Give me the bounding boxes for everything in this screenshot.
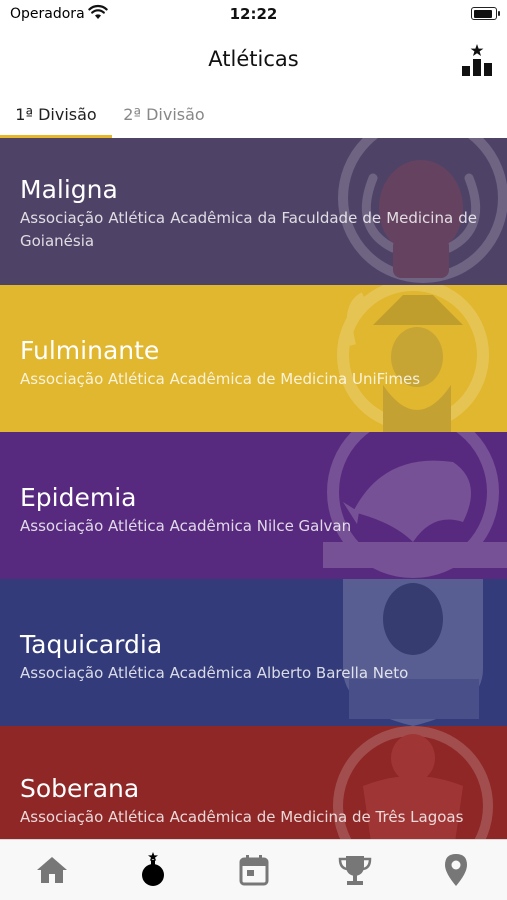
team-name: Maligna [20, 175, 118, 204]
ranking-podium-button[interactable] [459, 42, 495, 78]
team-description: Associação Atlética Acadêmica de Medicin… [20, 370, 421, 388]
battery-level [473, 9, 492, 18]
tab-home[interactable] [34, 852, 70, 888]
trophy-icon [338, 856, 372, 885]
tab-label: 1ª Divisão [15, 105, 97, 124]
team-card-epidemia[interactable]: Epidemia Associação Atlética Acadêmica N… [0, 432, 507, 579]
team-list[interactable]: Maligna Associação Atlética Acadêmica da… [0, 138, 507, 839]
team-name: Fulminante [20, 336, 160, 365]
tab-first-division[interactable]: 1ª Divisão [0, 96, 112, 138]
status-bar: Operadora 12:22 [0, 0, 507, 30]
team-description: Associação Atlética Acadêmica Alberto Ba… [20, 664, 409, 682]
team-name: Taquicardia [20, 630, 163, 659]
team-description: Associação Atlética Acadêmica da Faculda… [20, 209, 477, 250]
team-name: Soberana [20, 774, 140, 803]
team-description: Associação Atlética Acadêmica Nilce Galv… [20, 517, 352, 535]
bottom-tab-bar [0, 839, 507, 900]
tab-second-division[interactable]: 2ª Divisão [112, 96, 216, 138]
bomb-star-icon [142, 852, 164, 886]
battery-icon [471, 7, 500, 20]
status-time: 12:22 [229, 5, 278, 23]
tab-locations[interactable] [438, 852, 474, 888]
tab-athletics[interactable] [135, 852, 171, 888]
calendar-icon [239, 855, 269, 886]
tab-trophies[interactable] [337, 852, 373, 888]
navigation-bar: Atléticas [0, 30, 507, 90]
team-name: Epidemia [20, 483, 137, 512]
home-icon [37, 857, 67, 883]
team-card-taquicardia[interactable]: Taquicardia Associação Atlética Acadêmic… [0, 579, 507, 726]
tab-label: 2ª Divisão [123, 105, 205, 124]
team-card-maligna[interactable]: Maligna Associação Atlética Acadêmica da… [0, 138, 507, 285]
wizard-mascot-logo [337, 285, 489, 432]
tab-calendar[interactable] [236, 852, 272, 888]
division-tabs: 1ª Divisão 2ª Divisão [0, 96, 507, 138]
team-card-fulminante[interactable]: Fulminante Associação Atlética Acadêmica… [0, 285, 507, 432]
eagle-mascot-logo [323, 432, 507, 578]
shield-mascot-logo [343, 579, 483, 726]
podium-star-icon [462, 44, 492, 76]
team-card-soberana[interactable]: Soberana Associação Atlética Acadêmica d… [0, 726, 507, 839]
location-pin-icon [445, 854, 467, 886]
page-title: Atléticas [208, 47, 299, 71]
team-description: Associação Atlética Acadêmica de Medicin… [20, 808, 464, 826]
